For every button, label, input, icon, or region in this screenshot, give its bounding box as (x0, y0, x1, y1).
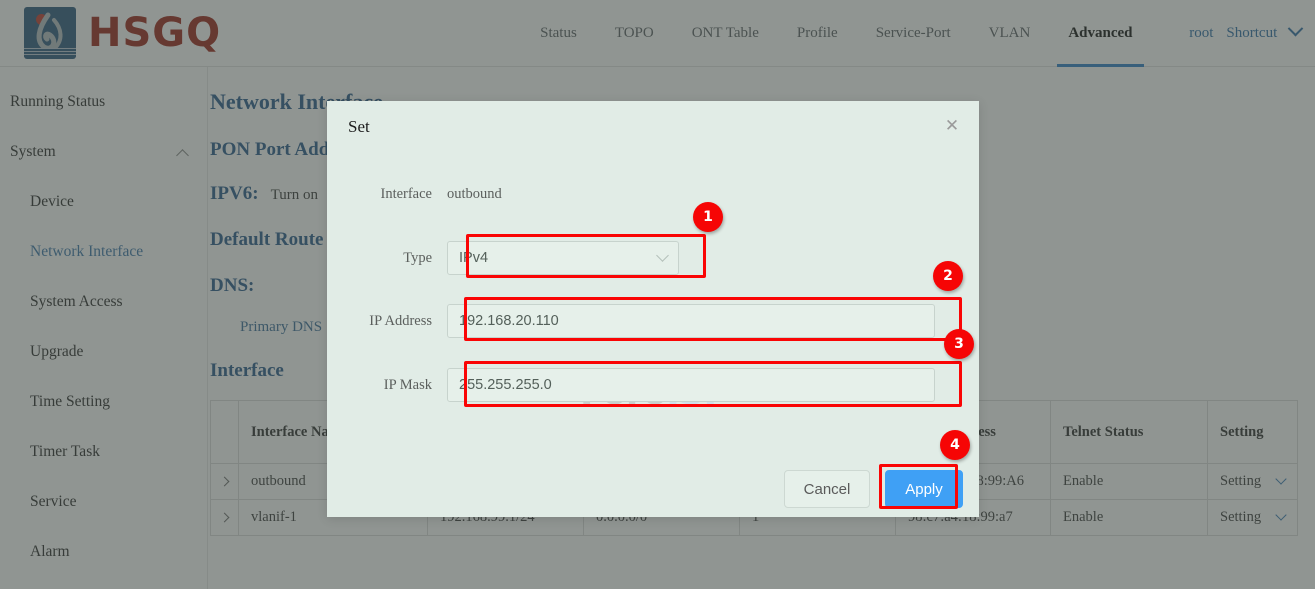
set-dialog: Set ✕ ForoISP Interface outbound Type IP… (327, 101, 979, 517)
callout-badge-4: 4 (940, 430, 970, 460)
chevron-down-icon (656, 249, 669, 262)
close-icon[interactable]: ✕ (943, 117, 961, 135)
callout-badge-3: 3 (944, 329, 974, 359)
ip-mask-label: IP Mask (327, 377, 447, 394)
type-row: Type IPv4 (327, 241, 679, 275)
ip-mask-value: 255.255.255.0 (459, 377, 552, 393)
apply-button[interactable]: Apply (885, 470, 963, 508)
dialog-title: Set (348, 117, 370, 137)
ip-address-value: 192.168.20.110 (459, 313, 559, 329)
interface-row: Interface outbound (327, 186, 502, 203)
type-label: Type (327, 250, 447, 267)
app-root: HSGQ Status TOPO ONT Table Profile Servi… (0, 0, 1315, 589)
type-select[interactable]: IPv4 (447, 241, 679, 275)
type-select-value: IPv4 (459, 250, 488, 266)
ip-mask-row: IP Mask 255.255.255.0 (327, 368, 935, 402)
ip-address-label: IP Address (327, 313, 447, 330)
ip-address-row: IP Address 192.168.20.110 (327, 304, 935, 338)
interface-label: Interface (327, 186, 447, 203)
callout-badge-2: 2 (933, 261, 963, 291)
callout-badge-1: 1 (693, 202, 723, 232)
ip-address-input[interactable]: 192.168.20.110 (447, 304, 935, 338)
ip-mask-input[interactable]: 255.255.255.0 (447, 368, 935, 402)
interface-value: outbound (447, 186, 502, 203)
cancel-button[interactable]: Cancel (784, 470, 870, 508)
